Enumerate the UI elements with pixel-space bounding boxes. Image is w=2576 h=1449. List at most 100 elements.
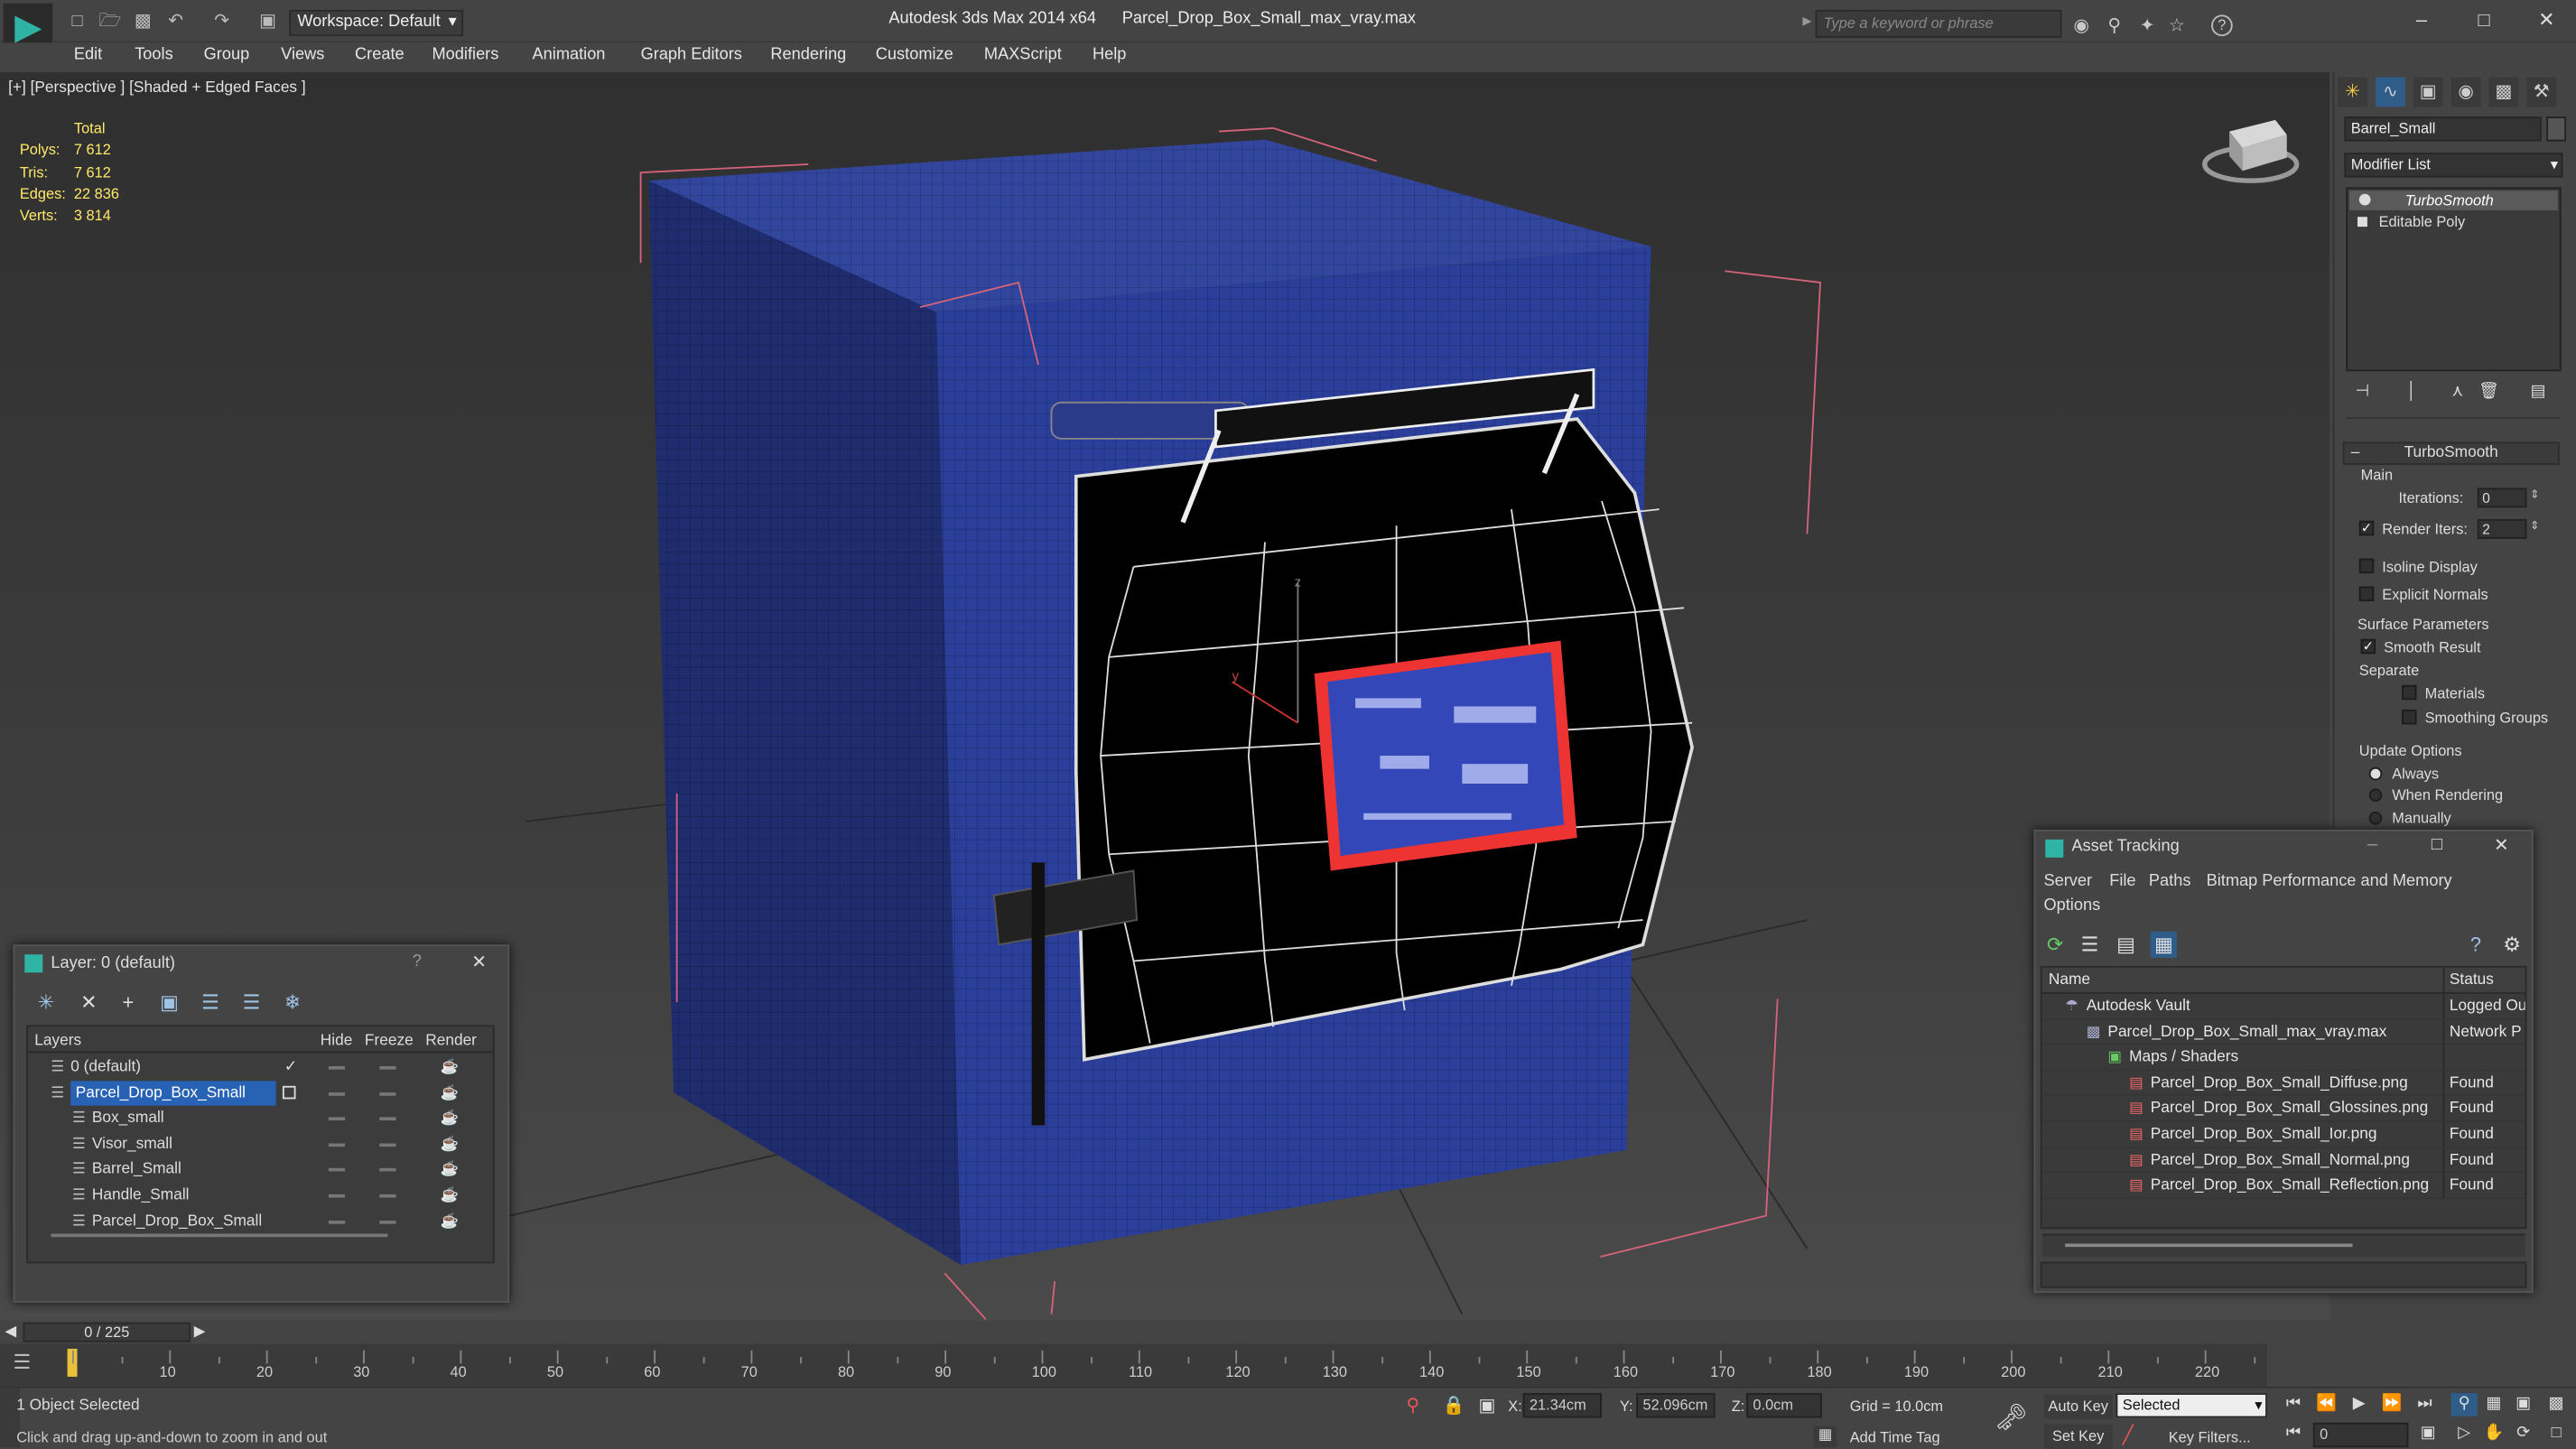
key-filters-button[interactable]: Key Filters... [2169, 1429, 2251, 1445]
render-teapot-icon[interactable]: ☕ [441, 1209, 459, 1233]
time-slider[interactable]: ◀ 0 / 225 ▶ [0, 1321, 2576, 1344]
motion-tab-icon[interactable]: ◉ [2450, 77, 2481, 107]
turbosmooth-rollout-header[interactable]: – TurboSmooth [2342, 441, 2560, 465]
current-frame-field[interactable]: 0 [2312, 1422, 2409, 1448]
thumbnail-view-icon[interactable]: ▤ [2113, 932, 2139, 958]
x-coordinate-field[interactable]: 21.34cm [1522, 1393, 1603, 1418]
freeze-toggle[interactable] [379, 1117, 396, 1121]
menu-options[interactable]: Options [2043, 897, 2100, 915]
key-icon[interactable]: ⚲ [2103, 14, 2125, 37]
column-name[interactable]: Name [2049, 968, 2090, 992]
hide-toggle[interactable] [328, 1194, 346, 1198]
absolute-mode-icon[interactable]: ▣ [1479, 1395, 1496, 1416]
render-teapot-icon[interactable]: ☕ [441, 1081, 459, 1105]
layer-row[interactable]: ☰ Parcel_Drop_Box_Small ☕ [28, 1080, 493, 1105]
maximize-viewport-icon[interactable]: □ [2543, 1423, 2570, 1445]
render-teapot-icon[interactable]: ☕ [441, 1106, 459, 1130]
list-view-icon[interactable]: ☰ [2077, 932, 2103, 958]
next-frame-icon[interactable]: ⏩ [2379, 1393, 2405, 1416]
when-rendering-radio[interactable] [2368, 788, 2383, 803]
create-layer-icon[interactable]: ✳ [33, 989, 59, 1015]
layer-row[interactable]: ☰ Visor_small ☕ [28, 1131, 493, 1156]
asset-row[interactable]: ▤ Parcel_Drop_Box_Small_Glossines.png Foun… [2041, 1096, 2525, 1122]
key-mode-toggle-icon[interactable]: ⏮ [2280, 1423, 2306, 1445]
workspace-dropdown[interactable]: Workspace: Default ▾ [289, 9, 464, 37]
hide-toggle[interactable] [328, 1143, 346, 1147]
column-status[interactable]: Status [2450, 968, 2494, 992]
refresh-icon[interactable]: ⟳ [2042, 932, 2069, 958]
close-icon[interactable]: ✕ [2530, 6, 2562, 33]
close-icon[interactable]: ✕ [2494, 834, 2509, 856]
undo-icon[interactable]: ↶ [164, 10, 187, 33]
layer-row[interactable]: ☰ Handle_Small ☕ [28, 1183, 493, 1207]
redo-icon[interactable]: ↷ [210, 10, 233, 33]
horizontal-scrollbar[interactable] [51, 1233, 388, 1238]
freeze-toggle[interactable] [379, 1091, 396, 1096]
track-bar[interactable]: ☰ 10 20 30 40 50 60 70 80 90 100 110 120 130 140 150 16… [0, 1343, 2267, 1387]
time-slider-thumb[interactable]: 0 / 225 [23, 1322, 191, 1342]
add-time-tag-label[interactable]: Add Time Tag [1850, 1429, 1940, 1445]
menu-rendering[interactable]: Rendering [770, 46, 846, 64]
render-teapot-icon[interactable]: ☕ [441, 1054, 459, 1079]
render-iters-spinner[interactable]: 2 [2477, 519, 2527, 539]
layer-row[interactable]: ☰ Parcel_Drop_Box_Small ☕ [28, 1209, 493, 1233]
layer-row[interactable]: ☰ Barrel_Small ☕ [28, 1157, 493, 1182]
menu-edit[interactable]: Edit [74, 46, 102, 64]
view-cube-icon[interactable] [2202, 119, 2300, 183]
layer-window-titlebar[interactable]: Layer: 0 (default) ? ✕ [14, 946, 508, 983]
hide-toggle[interactable] [328, 1091, 346, 1096]
y-coordinate-field[interactable]: 52.096cm [1636, 1393, 1716, 1418]
layer-row[interactable]: ☰ 0 (default) ✓ ☕ [28, 1054, 493, 1079]
column-freeze[interactable]: Freeze [365, 1028, 414, 1053]
set-key-button[interactable]: Set Key [2043, 1424, 2113, 1449]
freeze-toggle[interactable] [379, 1065, 396, 1070]
horizontal-scrollbar[interactable] [2065, 1243, 2353, 1248]
menu-modifiers[interactable]: Modifiers [432, 46, 499, 64]
remove-modifier-icon[interactable]: 🗑 [2476, 381, 2502, 404]
asset-row[interactable]: ▤ Parcel_Drop_Box_Small_Diffuse.png Found [2041, 1071, 2525, 1097]
save-icon[interactable]: ▩ [132, 10, 154, 33]
menu-group[interactable]: Group [204, 46, 250, 64]
render-teapot-icon[interactable]: ☕ [441, 1157, 459, 1182]
select-objects-icon[interactable]: ▣ [156, 989, 182, 1015]
menu-customize[interactable]: Customize [876, 46, 953, 64]
lock-icon[interactable]: 🔒 [1443, 1395, 1465, 1416]
binoculars-icon[interactable]: ◉ [2070, 14, 2093, 37]
search-input[interactable]: Type a keyword or phrase [1815, 9, 2062, 38]
auto-key-button[interactable]: Auto Key [2043, 1394, 2113, 1420]
column-hide[interactable]: Hide [321, 1028, 353, 1053]
mini-curve-editor-icon[interactable]: ☰ [14, 1351, 43, 1380]
smoothing-groups-checkbox[interactable] [2402, 710, 2417, 725]
utilities-tab-icon[interactable]: ⚒ [2526, 77, 2557, 107]
render-iters-checkbox[interactable]: ✓ [2358, 520, 2375, 536]
menu-graph-editors[interactable]: Graph Editors [641, 46, 742, 64]
asset-row[interactable]: ▤ Parcel_Drop_Box_Small_Reflection.png Fou… [2041, 1173, 2525, 1199]
viewport-label-menu[interactable]: [+] [Perspective ] [Shaded + Edged Faces… [8, 79, 306, 97]
selection-set-dropdown[interactable]: Selected ▾ [2116, 1393, 2267, 1418]
new-file-icon[interactable]: □ [66, 10, 88, 33]
z-coordinate-field[interactable]: 0.0cm [1746, 1393, 1822, 1418]
go-to-start-icon[interactable]: ⏮ [2280, 1393, 2306, 1416]
menu-tools[interactable]: Tools [135, 46, 173, 64]
orbit-icon[interactable]: ⟳ [2510, 1423, 2536, 1445]
menu-server[interactable]: Server [2043, 872, 2092, 890]
freeze-toggle[interactable] [379, 1194, 396, 1198]
isolate-icon[interactable]: ⚲ [1406, 1395, 1419, 1416]
layer-name[interactable]: Handle_Small [92, 1183, 190, 1207]
expand-plus-icon[interactable] [2357, 217, 2367, 228]
asset-row[interactable]: ▤ Parcel_Drop_Box_Small_Normal.png Found [2041, 1147, 2525, 1174]
go-to-end-icon[interactable]: ⏭ [2412, 1393, 2438, 1416]
delete-layer-icon[interactable]: ✕ [76, 989, 102, 1015]
project-folder-icon[interactable]: ▣ [256, 10, 279, 33]
modifier-list-dropdown[interactable]: Modifier List ▾ [2344, 153, 2563, 178]
column-layers[interactable]: Layers [34, 1028, 81, 1053]
create-tab-icon[interactable]: ✳ [2338, 77, 2367, 107]
iterations-spinner[interactable]: 0 [2477, 488, 2527, 508]
layer-name[interactable]: Parcel_Drop_Box_Small [70, 1080, 276, 1105]
menu-create[interactable]: Create [355, 46, 405, 64]
menu-bitmap-performance[interactable]: Bitmap Performance and Memory [2207, 872, 2452, 890]
object-name-field[interactable]: Barrel_Small [2344, 116, 2542, 142]
freeze-toggle[interactable] [379, 1143, 396, 1147]
communication-icon[interactable]: ✦ [2135, 14, 2158, 37]
field-of-view-icon[interactable]: ▷ [2451, 1423, 2478, 1445]
